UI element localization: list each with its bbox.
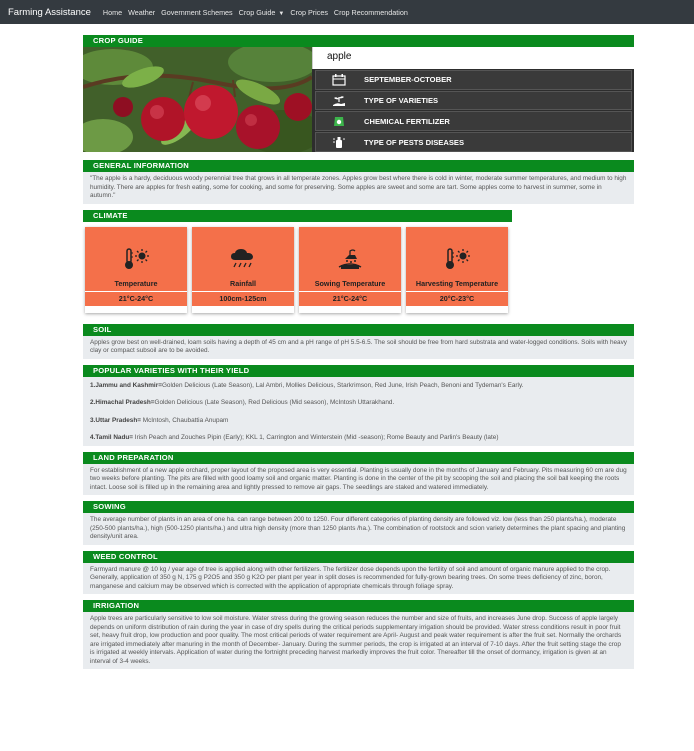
pest-spray-icon (332, 136, 346, 149)
variety-region: 1.Jammu and Kashmir= (90, 381, 162, 389)
climate-card-value: 21°C-24°C (85, 290, 187, 306)
nav-link-crop-recommendation[interactable]: Crop Recommendation (334, 8, 408, 17)
list-item: 3.Uttar Pradesh= McIntosh, Chaubattia An… (90, 417, 627, 426)
irrigation-text: Apple trees are particularly sensitive t… (83, 612, 634, 669)
guide-item-season-label: SEPTEMBER-OCTOBER (364, 75, 452, 85)
rain-cloud-icon (228, 245, 258, 273)
variety-text: Irish Peach and Zouches Pipin (Early); K… (133, 434, 499, 441)
climate-card-label: Sowing Temperature (314, 278, 386, 288)
nav-link-crop-guide-label: Crop Guide (238, 7, 276, 17)
climate-card-rainfall: Rainfall 100cm-125cm (192, 226, 294, 313)
seedling-hand-icon (332, 95, 346, 107)
brand-link[interactable]: Farming Assistance (8, 7, 91, 18)
land-prep-header: LAND PREPARATION (83, 451, 634, 464)
varieties-list: 1.Jammu and Kashmir=Golden Delicious (La… (83, 376, 634, 446)
guide-item-fertilizer[interactable]: CHEMICAL FERTILIZER (315, 111, 632, 132)
climate-card-value: 21°C-24°C (299, 290, 401, 306)
climate-cards: Temperature 21°C-24°C Rainfall 100cm-125… (83, 222, 634, 318)
crop-guide-menu: apple SEPTEMBER-OCTOBER TYPE OF VARIETIE… (312, 47, 634, 153)
apple-photo (83, 47, 312, 152)
list-item: 1.Jammu and Kashmir=Golden Delicious (La… (90, 382, 627, 391)
guide-item-fertilizer-label: CHEMICAL FERTILIZER (364, 116, 450, 126)
variety-region: 4.Tamil Nadu= (90, 434, 134, 441)
variety-text: Golden Delicious (Late Season), Lal Ambr… (161, 381, 524, 389)
nav-link-government-schemes[interactable]: Government Schemes (161, 8, 233, 17)
soil-header: SOIL (83, 323, 634, 336)
list-item: 2.Himachal Pradesh=Golden Delicious (Lat… (90, 399, 627, 408)
climate-card-label: Harvesting Temperature (415, 278, 499, 288)
nav-link-home[interactable]: Home (103, 8, 122, 17)
main-content: CROP GUIDE apple SEPTEMBER-OCTOBER TYPE … (83, 35, 634, 669)
calendar-icon (332, 73, 346, 86)
apple-branch-illustration (83, 47, 312, 152)
caret-down-icon: ▼ (278, 10, 285, 17)
top-navbar: Farming Assistance Home Weather Governme… (0, 0, 694, 24)
land-prep-text: For establishment of a new apple orchard… (83, 463, 634, 495)
climate-header: CLIMATE (83, 209, 512, 222)
nav-link-weather[interactable]: Weather (128, 8, 155, 17)
guide-item-varieties-label: TYPE OF VARIETIES (364, 96, 439, 106)
varieties-header: POPULAR VARIETIES WITH THEIR YIELD (83, 364, 634, 377)
guide-item-varieties[interactable]: TYPE OF VARIETIES (315, 90, 632, 111)
variety-text: Golden Delicious (Late Season), Red Deli… (154, 399, 395, 406)
nav-link-crop-prices[interactable]: Crop Prices (290, 8, 328, 17)
guide-item-pests-label: TYPE OF PESTS DISEASES (364, 137, 465, 147)
sowing-icon (335, 245, 365, 273)
climate-card-sowing: Sowing Temperature 21°C-24°C (299, 226, 401, 313)
variety-text: McIntosh, Chaubattia Anupam (140, 416, 229, 424)
climate-card-value: 20°C-23°C (406, 290, 508, 306)
climate-card-label: Rainfall (230, 278, 256, 288)
crop-name: apple (312, 47, 634, 69)
climate-card-value: 100cm-125cm (192, 290, 294, 306)
crop-guide-header: CROP GUIDE (83, 35, 634, 47)
weed-control-text: Farmyard manure @ 10 kg / year age of tr… (83, 562, 634, 594)
general-info-text: "The apple is a hardy, deciduous woody p… (83, 172, 634, 204)
guide-item-season[interactable]: SEPTEMBER-OCTOBER (315, 69, 632, 90)
fertilizer-bag-icon (332, 115, 346, 127)
thermometer-sun-icon (121, 245, 151, 273)
crop-guide-panel: apple SEPTEMBER-OCTOBER TYPE OF VARIETIE… (83, 47, 634, 153)
soil-text: Apples grow best on well-drained, loam s… (83, 335, 634, 359)
climate-card-label: Temperature (114, 278, 158, 288)
thermometer-sun-icon (442, 245, 472, 273)
sowing-header: SOWING (83, 501, 634, 513)
sowing-text: The average number of plants in an area … (83, 513, 634, 545)
general-info-header: GENERAL INFORMATION (83, 160, 634, 172)
climate-card-temperature: Temperature 21°C-24°C (85, 226, 187, 313)
weed-control-header: WEED CONTROL (83, 550, 634, 563)
climate-card-harvesting: Harvesting Temperature 20°C-23°C (406, 226, 508, 313)
irrigation-header: IRRIGATION (83, 600, 634, 612)
nav-dropdown-crop-guide[interactable]: Crop Guide ▼ (239, 8, 285, 17)
variety-region: 3.Uttar Pradesh= (90, 416, 141, 424)
variety-region: 2.Himachal Pradesh= (90, 399, 155, 406)
list-item: 4.Tamil Nadu= Irish Peach and Zouches Pi… (90, 434, 627, 443)
guide-item-pests[interactable]: TYPE OF PESTS DISEASES (315, 132, 632, 153)
